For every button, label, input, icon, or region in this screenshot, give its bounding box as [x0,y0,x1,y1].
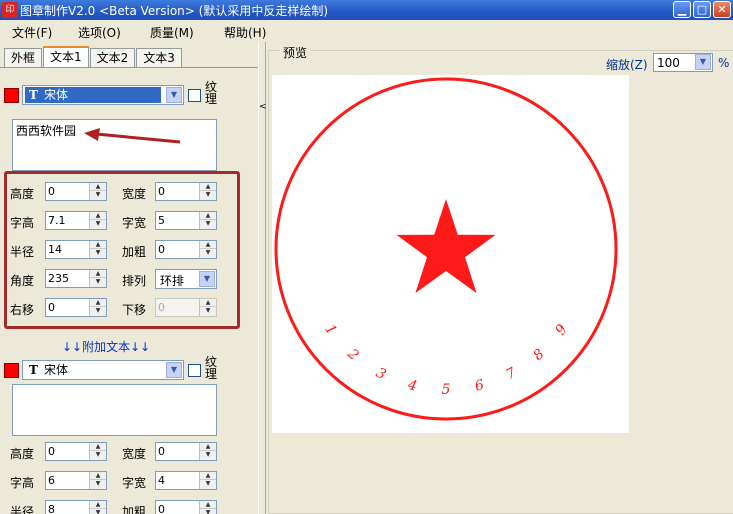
minimize-button[interactable]: ▁ [673,1,691,18]
window-title: 图章制作V2.0 <Beta Version> (默认采用中反走样绘制) [20,4,329,18]
extra-char-width-label: 字宽 [122,476,147,490]
tab-strip: 外框 文本1 文本2 文本3 [4,46,183,68]
extra-height-label: 高度 [10,447,35,461]
preview-label: 预览 [280,44,311,61]
chevron-down-icon[interactable]: ▼ [166,362,182,378]
stamp-digit-8: 8 [530,346,547,364]
extra-params: 高度 0 ▲ ▼ 宽度 0 ▲ ▼ 字高 6 ▲ ▼ 字宽 4 ▲ ▼ 半径 8 ▲ ▼ 加粗 0 ▲… [4,440,254,514]
font-icon: T [29,88,38,102]
zoom-percent: % [718,56,730,70]
collapse-arrow-icon[interactable]: < [259,102,267,112]
stamp-star [396,199,496,294]
text1-color-swatch[interactable] [4,88,19,103]
extra-width-label: 宽度 [122,447,147,461]
stamp-preview: 1234 5 6789 [274,77,618,421]
font-icon: T [29,363,38,377]
extra-font-row: T 宋体 ▼ 纹理 [0,356,258,380]
extra-bold-label: 加粗 [122,505,147,514]
text1-texture-label: 纹理 [205,80,218,106]
extra-width-spinner[interactable]: 0 ▲ ▼ [155,442,217,461]
window-controls: ▁ □ ✕ [673,1,731,18]
additional-text-link[interactable]: ↓↓附加文本↓↓ [62,338,150,355]
menu-options[interactable]: 选项(O) [78,24,121,41]
text1-font-row: T 宋体 ▼ 纹理 [0,81,258,105]
stamp-digits: 1234 5 6789 [321,322,570,398]
tab-text2[interactable]: 文本2 [89,48,136,67]
menu-bar: 文件(F) 选项(O) 质量(M) 帮助(H) [0,20,733,42]
stamp-digit-1: 1 [321,322,339,338]
stamp-digit-7: 7 [504,365,519,383]
annotation-arrow-line [95,132,181,144]
zoom-label: 缩放(Z) [606,58,648,72]
chevron-down-icon[interactable]: ▼ [695,54,711,70]
stamp-digit-2: 2 [344,345,362,364]
stamp-icon: 印 [2,2,18,18]
annotation-arrow-head [84,128,100,141]
extra-radius-spinner[interactable]: 8 ▲ ▼ [45,500,107,514]
stamp-digit-4: 4 [405,377,418,395]
stamp-digit-5: 5 [442,382,451,398]
extra-font-select[interactable]: T 宋体 ▼ [22,360,184,380]
stamp-digit-9: 9 [552,322,570,339]
tab-text1[interactable]: 文本1 [43,46,89,67]
extra-font-value: 宋体 [43,363,68,377]
extra-content-input[interactable] [12,384,217,436]
preview-canvas: 1234 5 6789 [272,75,629,433]
extra-height-spinner[interactable]: 0 ▲ ▼ [45,442,107,461]
zoom-select[interactable]: 100 ▼ [653,53,713,72]
text1-font-value: 宋体 [43,88,68,102]
annotation-arrow [84,128,181,144]
extra-texture-checkbox[interactable] [188,364,201,377]
panel-splitter[interactable]: < [258,42,267,514]
stamp-digit-3: 3 [373,365,388,383]
text1-texture-checkbox[interactable] [188,89,201,102]
tab-frame[interactable]: 外框 [4,48,43,67]
menu-file[interactable]: 文件(F) [12,24,52,41]
extra-texture-label: 纹理 [205,355,218,381]
stamp-digit-6: 6 [473,377,486,395]
menu-quality[interactable]: 质量(M) [150,24,194,41]
extra-color-swatch[interactable] [4,363,19,378]
extra-char-height-label: 字高 [10,476,35,490]
extra-char-width-spinner[interactable]: 4 ▲ ▼ [155,471,217,490]
extra-char-height-spinner[interactable]: 6 ▲ ▼ [45,471,107,490]
title-bar: 印 图章制作V2.0 <Beta Version> (默认采用中反走样绘制) ▁… [0,0,733,20]
tab-text3[interactable]: 文本3 [136,48,182,67]
params-highlight-box [4,171,240,329]
text1-font-select[interactable]: T 宋体 ▼ [22,85,184,105]
close-button[interactable]: ✕ [713,1,731,18]
chevron-down-icon[interactable]: ▼ [166,87,182,103]
menu-help[interactable]: 帮助(H) [224,24,266,41]
maximize-button[interactable]: □ [693,1,711,18]
extra-bold-spinner[interactable]: 0 ▲ ▼ [155,500,217,514]
extra-radius-label: 半径 [10,505,35,514]
